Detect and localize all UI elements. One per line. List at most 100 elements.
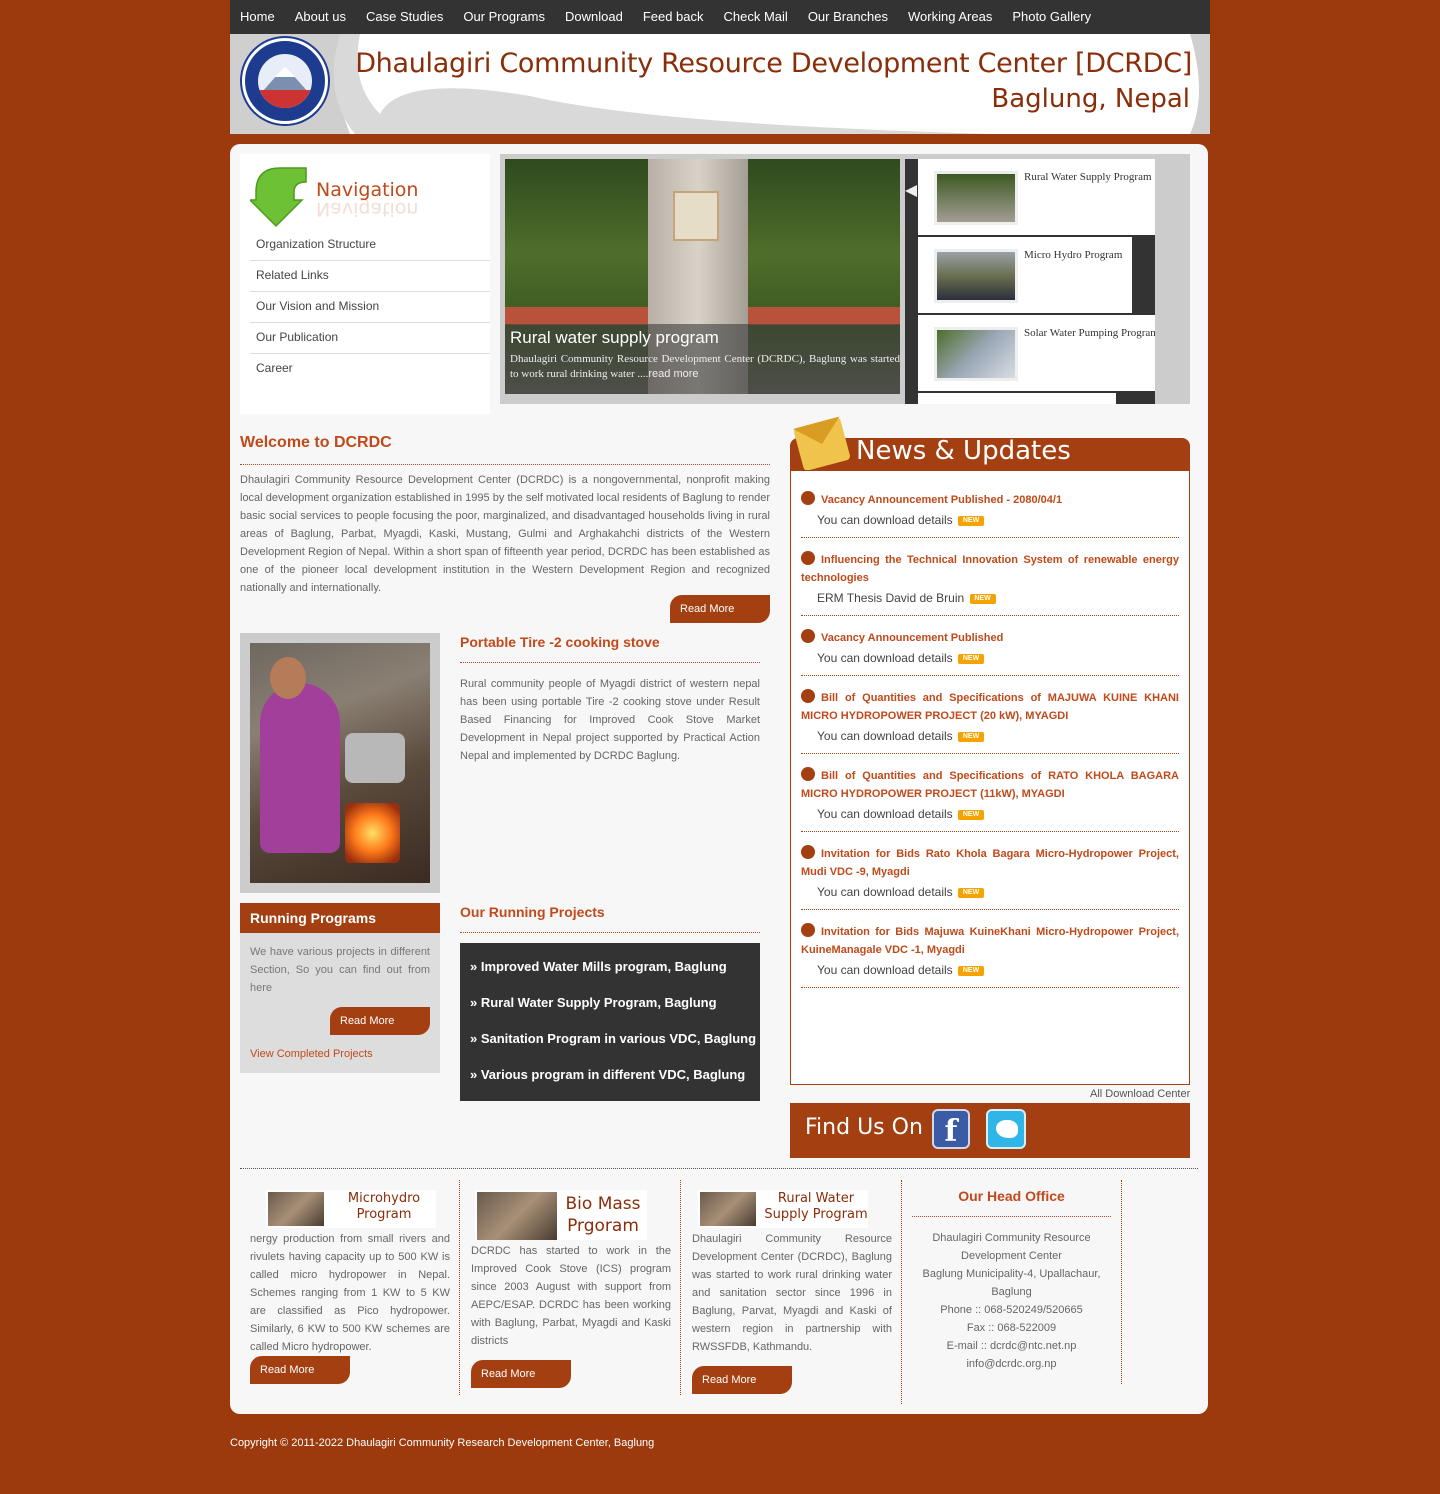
view-completed-projects-link[interactable]: View Completed Projects [250, 1048, 373, 1060]
nav-check-mail[interactable]: Check Mail [714, 0, 798, 34]
news-download-link[interactable]: You can download details [817, 963, 953, 977]
running-read-more-button[interactable]: Read More [330, 1007, 430, 1035]
nav-home[interactable]: Home [230, 0, 285, 34]
biomass-text: DCRDC has started to work in the Improve… [471, 1245, 671, 1347]
news-download-link[interactable]: You can download details [817, 807, 953, 821]
welcome-text: Dhaulagiri Community Resource Developmen… [240, 474, 770, 594]
welcome-title: Welcome to DCRDC [240, 434, 770, 465]
nav-organization-structure[interactable]: Organization Structure [250, 230, 490, 261]
office-phone: Phone :: 068-520249/520665 [940, 1304, 1083, 1316]
facebook-icon[interactable]: f [932, 1109, 970, 1149]
new-badge-icon: NEW [969, 594, 996, 604]
thumb-solar-pumping[interactable]: Solar Water Pumping Program [918, 315, 1155, 391]
news-item-title[interactable]: Influencing the Technical Innovation Sys… [801, 554, 1179, 584]
news-download-link[interactable]: You can download details [817, 513, 953, 527]
nav-download[interactable]: Download [555, 0, 633, 34]
bullet-icon [801, 923, 815, 937]
slider-main-image[interactable]: Rural water supply program Dhaulagiri Co… [505, 159, 900, 394]
copyright-text: Copyright © 2011-2022 Dhaulagiri Communi… [230, 1437, 655, 1449]
news-item-title[interactable]: Bill of Quantities and Specifications of… [801, 770, 1179, 800]
news-item-title[interactable]: Bill of Quantities and Specifications of… [801, 692, 1179, 722]
header-banner: Dhaulagiri Community Resource Developmen… [230, 34, 1210, 134]
office-email-2[interactable]: info@dcrdc.org.np [912, 1355, 1111, 1373]
nav-publication[interactable]: Our Publication [250, 323, 490, 354]
water-text: Dhaulagiri Community Resource Developmen… [692, 1233, 892, 1353]
project-link[interactable]: » Sanitation Program in various VDC, Bag… [470, 1021, 760, 1057]
news-download-link[interactable]: ERM Thesis David de Bruin [817, 591, 964, 605]
nav-related-links[interactable]: Related Links [250, 261, 490, 292]
thumb-image [934, 249, 1018, 303]
stove-text: Rural community people of Myagdi distric… [460, 678, 760, 762]
bullet-icon [801, 491, 815, 505]
biomass-read-more-button[interactable]: Read More [471, 1360, 571, 1388]
bullet-icon [801, 845, 815, 859]
nav-feed-back[interactable]: Feed back [633, 0, 714, 34]
site-subtitle: Baglung, Nepal [991, 84, 1190, 114]
project-link[interactable]: » Various program in different VDC, Bagl… [470, 1057, 760, 1093]
find-us-bar: Find Us On f [790, 1103, 1190, 1158]
thumb-next[interactable] [918, 393, 1116, 404]
running-programs-text: We have various projects in different Se… [250, 946, 430, 994]
main-content: Navigation Navigation Organization Struc… [230, 144, 1208, 1414]
slider-text: Dhaulagiri Community Resource Developmen… [510, 353, 900, 380]
twitter-icon[interactable] [986, 1109, 1026, 1149]
biomass-banner-label: Bio Mass Prgoram [565, 1194, 641, 1236]
thumb-rural-water[interactable]: Rural Water Supply Program [918, 159, 1155, 235]
news-item: Vacancy Announcement Published You can d… [801, 629, 1179, 676]
thumb-image [934, 327, 1018, 381]
thumb-micro-hydro[interactable]: Micro Hydro Program [918, 237, 1132, 313]
nav-photo-gallery[interactable]: Photo Gallery [1002, 0, 1101, 34]
thumb-label: Solar Water Pumping Program [1024, 327, 1155, 339]
nav-about-us[interactable]: About us [285, 0, 356, 34]
news-item-title[interactable]: Vacancy Announcement Published [821, 632, 1003, 644]
news-download-link[interactable]: You can download details [817, 651, 953, 665]
all-download-center-link[interactable]: All Download Center [1090, 1088, 1190, 1100]
nav-our-branches[interactable]: Our Branches [798, 0, 898, 34]
nav-vision-mission[interactable]: Our Vision and Mission [250, 292, 490, 323]
active-pointer-icon [905, 185, 917, 197]
news-download-link[interactable]: You can download details [817, 885, 953, 899]
nav-working-areas[interactable]: Working Areas [898, 0, 1002, 34]
office-email[interactable]: E-mail :: dcrdc@ntc.net.np [912, 1337, 1111, 1355]
biomass-banner[interactable]: Bio Mass Prgoram [475, 1190, 647, 1240]
welcome-read-more-button[interactable]: Read More [670, 595, 770, 623]
news-item-title[interactable]: Invitation for Bids Rato Khola Bagara Mi… [801, 848, 1179, 878]
welcome-section: Welcome to DCRDC Dhaulagiri Community Re… [240, 434, 770, 597]
microhydro-text: nergy production from small rivers and r… [250, 1233, 450, 1353]
project-link[interactable]: » Rural Water Supply Program, Baglung [470, 985, 760, 1021]
slider-caption: Rural water supply program Dhaulagiri Co… [505, 324, 900, 394]
water-banner[interactable]: Rural Water Supply Program [698, 1190, 868, 1228]
section-divider [240, 1168, 1198, 1169]
nav-career[interactable]: Career [250, 354, 490, 385]
news-item: Influencing the Technical Innovation Sys… [801, 551, 1179, 616]
news-item-title[interactable]: Vacancy Announcement Published - 2080/04… [821, 494, 1062, 506]
water-read-more-button[interactable]: Read More [692, 1366, 792, 1394]
dcrdc-logo[interactable] [242, 38, 328, 124]
top-navigation: Home About us Case Studies Our Programs … [230, 0, 1210, 34]
news-list: Vacancy Announcement Published - 2080/04… [790, 470, 1190, 1085]
nav-case-studies[interactable]: Case Studies [356, 0, 453, 34]
news-header: News & Updates [790, 416, 1190, 472]
new-badge-icon: NEW [958, 732, 985, 742]
stove-title[interactable]: Portable Tire -2 cooking stove [460, 634, 760, 663]
slider-read-more-link[interactable]: read more [648, 368, 698, 380]
news-item: Vacancy Announcement Published - 2080/04… [801, 491, 1179, 538]
microhydro-banner[interactable]: Microhydro Program [266, 1190, 436, 1228]
running-projects-list: » Improved Water Mills program, Baglung … [460, 943, 760, 1101]
news-download-link[interactable]: You can download details [817, 729, 953, 743]
navigation-heading-reflection: Navigation [316, 198, 419, 220]
news-item: Bill of Quantities and Specifications of… [801, 689, 1179, 754]
news-item: Invitation for Bids Majuwa KuineKhani Mi… [801, 923, 1179, 988]
thumb-label: Rural Water Supply Program [1024, 171, 1152, 183]
featured-slider: Rural water supply program Dhaulagiri Co… [500, 154, 1190, 404]
nav-our-programs[interactable]: Our Programs [453, 0, 555, 34]
news-item-title[interactable]: Invitation for Bids Majuwa KuineKhani Mi… [801, 926, 1179, 956]
microhydro-column: Microhydro Program nergy production from… [240, 1180, 460, 1395]
microhydro-read-more-button[interactable]: Read More [250, 1356, 350, 1384]
down-arrow-icon [250, 167, 307, 228]
head-office-column: Our Head Office Dhaulagiri Community Res… [902, 1180, 1122, 1384]
thumb-label: Micro Hydro Program [1024, 249, 1123, 261]
bullet-icon [801, 767, 815, 781]
stove-photo [250, 643, 430, 883]
project-link[interactable]: » Improved Water Mills program, Baglung [470, 949, 760, 985]
